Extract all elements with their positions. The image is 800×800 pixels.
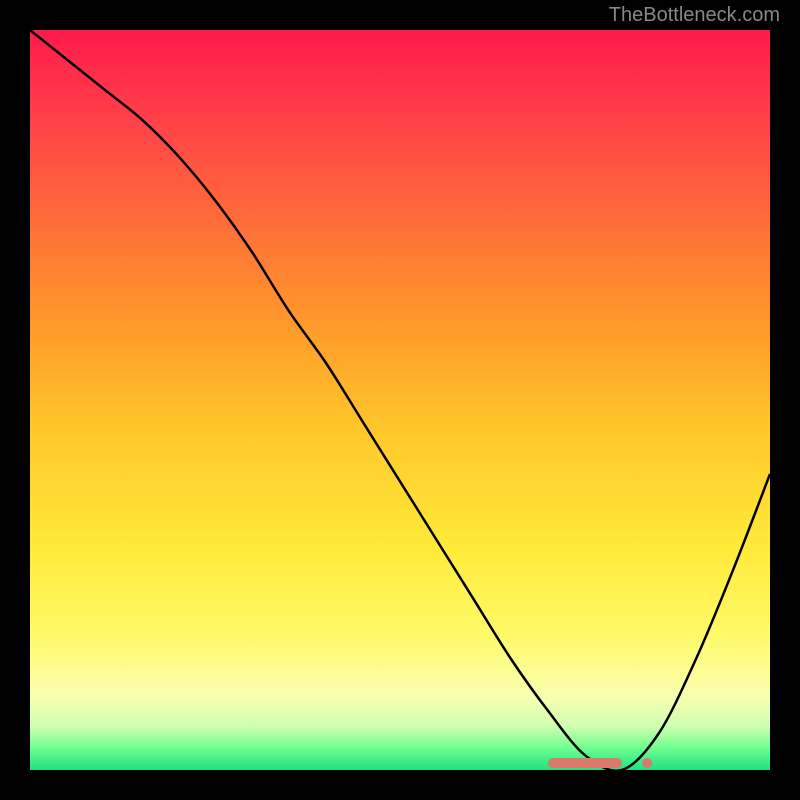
bottleneck-curve — [30, 30, 770, 770]
watermark-text: TheBottleneck.com — [609, 4, 780, 27]
chart-plot-area — [30, 30, 770, 770]
minimum-dot-marker — [642, 758, 652, 768]
minimum-range-marker — [548, 758, 622, 768]
